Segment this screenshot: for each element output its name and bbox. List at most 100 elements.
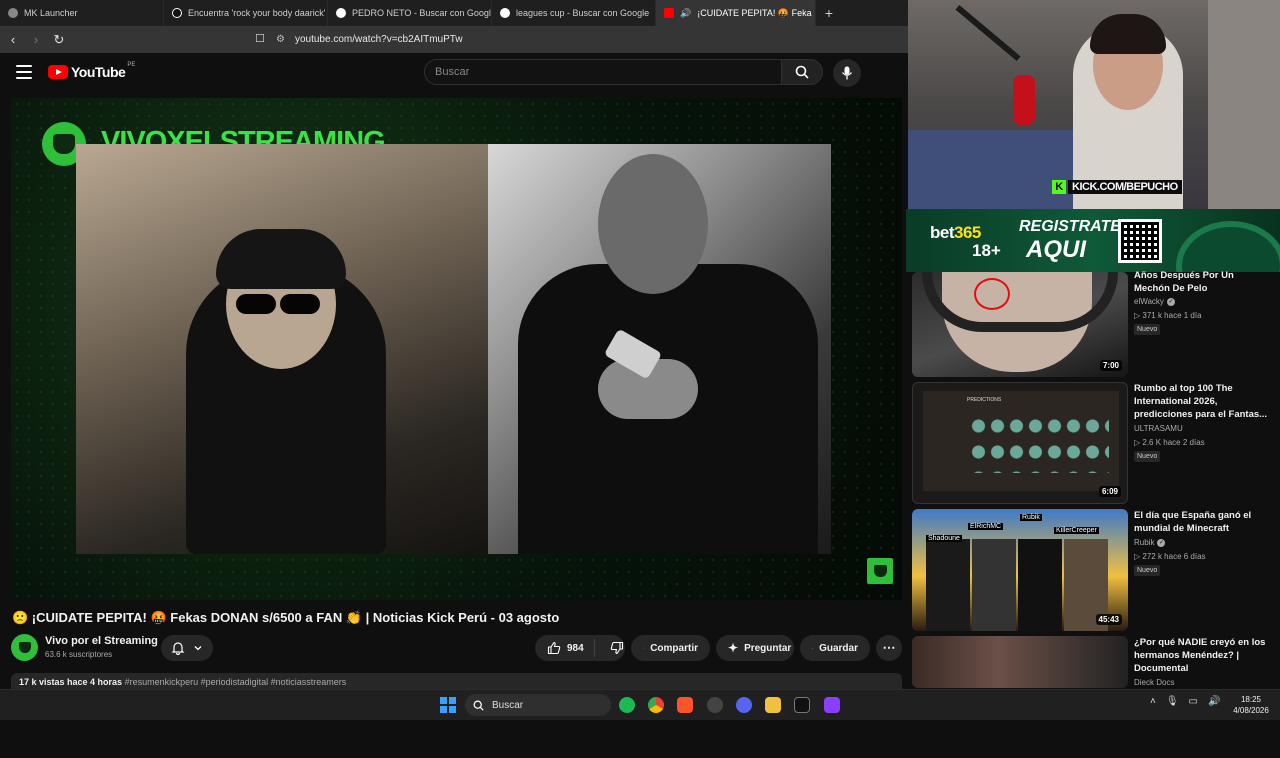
forward-icon[interactable]: › (26, 30, 46, 50)
channel-avatar[interactable] (11, 634, 38, 661)
bet365-logo: bet365 (930, 223, 981, 243)
save-label: Guardar (819, 642, 858, 654)
thumb-label-rubik: Rubik (1020, 514, 1042, 521)
channel-name[interactable]: elWacky ✓ (1134, 297, 1175, 306)
dislike-button[interactable] (601, 641, 624, 655)
bookmark-save-icon (812, 647, 814, 649)
video-title[interactable]: El día que España ganó el mundial de Min… (1134, 509, 1269, 535)
system-clock[interactable]: 18:25 4/08/2026 (1228, 694, 1274, 716)
video-title[interactable]: Rumbo al top 100 The International 2026,… (1134, 382, 1269, 421)
tab-label: leagues cup - Buscar con Google (516, 8, 650, 18)
channel-name[interactable]: Dieck Docs (1134, 678, 1174, 687)
voice-search-button[interactable] (833, 59, 861, 87)
cta-line-1: REGISTRATE (1019, 218, 1121, 235)
tab-google-leagues-cup[interactable]: leagues cup - Buscar con Google (492, 0, 656, 26)
discord-icon[interactable] (736, 697, 752, 713)
folder-icon[interactable] (765, 697, 781, 713)
app-icon[interactable] (707, 697, 723, 713)
like-button[interactable]: 984 (535, 639, 595, 657)
streamer-webcam: K KICK.COM/BEPUCHO (908, 0, 1280, 209)
video-player[interactable]: VIVOXELSTREAMING (11, 98, 902, 600)
search-input[interactable]: Buscar (424, 59, 782, 85)
globe-icon (8, 8, 18, 18)
channel-name[interactable]: Vivo por el Streaming (45, 635, 158, 647)
brand-text: bet (930, 223, 955, 242)
video-title[interactable]: Años Después Por Un Mechón De Pelo (1134, 269, 1269, 295)
back-icon[interactable]: ‹ (3, 30, 23, 50)
thumb-label-shadoune: Shadoune (926, 535, 962, 542)
microphone-prop (1013, 75, 1035, 125)
thumb-header-text: PREDICTIONS (967, 397, 1002, 403)
tiktok-icon (172, 8, 182, 18)
save-button[interactable]: Guardar (800, 635, 870, 661)
channel-name[interactable]: Rubik ✓ (1134, 538, 1166, 547)
video-title: 🙁 ¡CUIDATE PEPITA! 🤬 Fekas DONAN s/6500 … (12, 610, 560, 625)
tab-label: MK Launcher (24, 8, 78, 18)
mic-tray-icon[interactable]: 🎙 (1166, 696, 1179, 707)
tab-tiktok-search[interactable]: Encuentra 'rock your body daarick' en (164, 0, 328, 26)
search-placeholder: Buscar (435, 66, 470, 78)
video-meta: ▷ 371 k hace 1 día (1134, 311, 1202, 320)
ask-label: Preguntar (744, 642, 792, 654)
clock-date: 4/08/2026 (1233, 706, 1269, 715)
video-thumbnail[interactable]: 7:00 (912, 272, 1128, 377)
google-icon (336, 8, 346, 18)
video-frame-left (76, 144, 488, 554)
recommended-video[interactable]: 7:00 Años Después Por Un Mechón De Pelo … (912, 255, 1272, 377)
spotify-icon[interactable] (619, 697, 635, 713)
video-title[interactable]: ¿Por qué NADIE creyó en los hermanos Men… (1134, 636, 1269, 675)
site-info-icon[interactable]: ⚙ (276, 34, 285, 45)
tab-google-pedro-neto[interactable]: PEDRO NETO - Buscar con Google (328, 0, 492, 26)
share-button[interactable]: Compartir (631, 635, 710, 661)
ask-button[interactable]: ✦ Preguntar (716, 635, 794, 661)
share-icon (643, 647, 645, 649)
recommended-video[interactable]: Rubik ElRichMC Shadoune KillerCreeper 45… (912, 509, 1272, 631)
search-icon (795, 65, 809, 79)
taskbar-search[interactable]: Buscar (465, 694, 611, 716)
brand-number: 365 (954, 223, 981, 242)
hamburger-menu-icon[interactable] (16, 65, 32, 79)
chevron-down-icon (194, 646, 202, 651)
google-icon (500, 8, 510, 18)
search-button[interactable] (781, 59, 823, 85)
new-badge: Nuevo (1134, 451, 1161, 462)
volume-icon[interactable]: 🔊 (1208, 696, 1220, 707)
chevron-up-icon[interactable]: ˄ (1150, 696, 1156, 707)
address-bar[interactable]: ⚙ youtube.com/watch?v=cb2AITmuPTw (276, 30, 908, 49)
channel-label: ULTRASAMU (1134, 424, 1183, 433)
taskbar-search-label: Buscar (492, 699, 524, 711)
video-thumbnail[interactable]: Rubik ElRichMC Shadoune KillerCreeper 45… (912, 509, 1128, 631)
recommended-video[interactable]: PREDICTIONS 6:09 Rumbo al top 100 The In… (912, 382, 1272, 504)
tab-mk-launcher[interactable]: MK Launcher (0, 0, 164, 26)
new-tab-button[interactable]: + (816, 0, 842, 26)
hashtags[interactable]: #resumenkickperu #periodistadigital #not… (125, 677, 347, 687)
thumb-label-elrichmc: ElRichMC (968, 523, 1004, 530)
brave-icon[interactable] (677, 697, 693, 713)
network-icon[interactable]: ▭ (1189, 696, 1198, 707)
video-meta: ▷ 2.6 K hace 2 días (1134, 438, 1205, 447)
video-thumbnail[interactable]: PREDICTIONS 6:09 (912, 382, 1128, 504)
thumbs-up-icon (547, 641, 561, 655)
notification-bell-button[interactable] (161, 635, 213, 661)
youtube-logo[interactable]: YouTube PE (48, 62, 136, 80)
app-grid-icon[interactable] (824, 697, 840, 713)
region-code: PE (127, 62, 136, 68)
mk-launcher-icon[interactable] (794, 697, 810, 713)
like-dislike-group: 984 (535, 635, 625, 661)
new-badge: Nuevo (1134, 324, 1161, 335)
channel-corner-logo-icon (867, 558, 893, 584)
kick-channel-tag: K KICK.COM/BEPUCHO (1052, 178, 1182, 196)
share-label: Compartir (650, 642, 698, 654)
youtube-icon (664, 8, 674, 18)
tab-label: PEDRO NETO - Buscar con Google (352, 8, 492, 18)
windows-start-icon[interactable] (440, 697, 456, 713)
more-actions-icon[interactable]: ⋯ (876, 635, 902, 661)
video-thumbnail[interactable] (912, 636, 1128, 688)
speaker-icon[interactable]: 🔊 (680, 8, 691, 19)
channel-name[interactable]: ULTRASAMU (1134, 424, 1183, 433)
bookmark-icon[interactable]: ☐ (255, 32, 265, 45)
reload-icon[interactable]: ↻ (49, 30, 69, 50)
chrome-icon[interactable] (648, 697, 664, 713)
tab-youtube-active[interactable]: 🔊 ¡CUIDATE PEPITA! 🤬 Feka ✕ (656, 0, 816, 26)
microphone-icon (841, 66, 853, 80)
